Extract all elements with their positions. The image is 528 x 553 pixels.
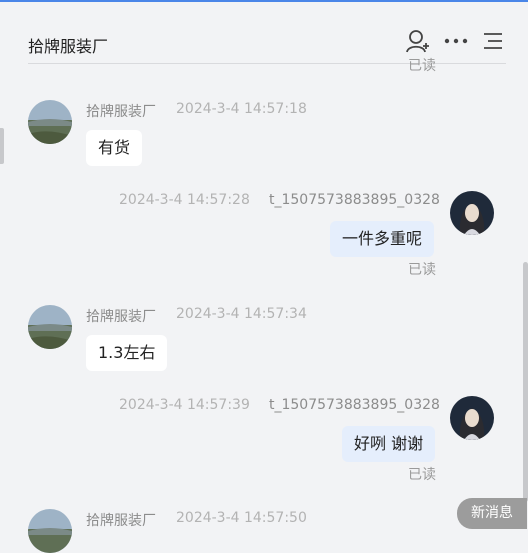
new-message-button[interactable]: 新消息 xyxy=(457,498,527,529)
message-time: 2024-3-4 14:57:28 xyxy=(119,192,250,208)
read-status: 已读 xyxy=(408,58,436,74)
message-bubble[interactable]: 有货 xyxy=(86,130,143,166)
message-time: 2024-3-4 14:57:39 xyxy=(119,397,250,413)
menu-icon[interactable] xyxy=(480,28,506,54)
message-time: 2024-3-4 14:57:34 xyxy=(176,306,307,322)
message-time: 2024-3-4 14:57:18 xyxy=(176,101,307,117)
scrollbar[interactable] xyxy=(523,262,528,502)
sender-name: 拾牌服装厂 xyxy=(86,309,156,325)
sender-name: 拾牌服装厂 xyxy=(86,513,156,529)
sender-name: t_1507573883895_0328 xyxy=(269,397,440,413)
user-avatar[interactable] xyxy=(450,396,494,440)
chat-title: 拾牌服装厂 xyxy=(28,37,109,56)
message-bubble[interactable]: 一件多重呢 xyxy=(330,221,435,257)
message-bubble[interactable]: 1.3左右 xyxy=(86,335,168,371)
sender-name: t_1507573883895_0328 xyxy=(269,192,440,208)
user-avatar[interactable] xyxy=(450,191,494,235)
read-status: 已读 xyxy=(408,467,436,483)
more-icon[interactable] xyxy=(443,28,469,54)
chat-header: 拾牌服装厂 xyxy=(0,2,528,64)
sender-avatar[interactable] xyxy=(28,305,72,349)
add-user-icon[interactable] xyxy=(404,28,430,54)
side-resize-handle[interactable] xyxy=(0,128,4,164)
message-bubble[interactable]: 好咧 谢谢 xyxy=(342,426,436,462)
message-time: 2024-3-4 14:57:50 xyxy=(176,510,307,526)
read-status: 已读 xyxy=(408,262,436,278)
sender-avatar[interactable] xyxy=(28,509,72,553)
sender-name: 拾牌服装厂 xyxy=(86,104,156,120)
sender-avatar[interactable] xyxy=(28,100,72,144)
